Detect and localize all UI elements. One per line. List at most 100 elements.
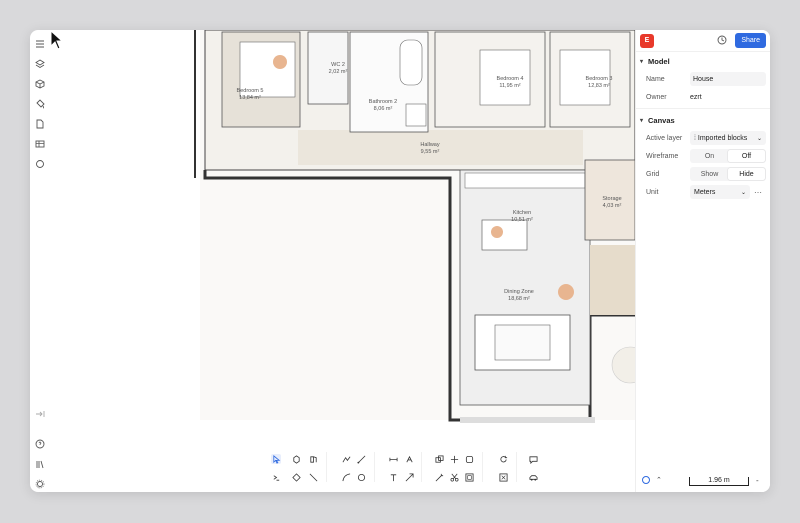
- arc-tool-icon[interactable]: [341, 472, 351, 482]
- comment-tool-icon[interactable]: [528, 454, 538, 464]
- table-icon[interactable]: [34, 138, 46, 150]
- toolbar-divider: [374, 452, 375, 482]
- grid-hide-option[interactable]: Hide: [728, 168, 765, 180]
- share-button[interactable]: Share: [735, 33, 766, 48]
- location-icon[interactable]: [642, 476, 650, 484]
- collapse-icon[interactable]: [34, 408, 46, 420]
- toolbar-divider: [326, 452, 327, 482]
- chevron-up-icon[interactable]: ⌃: [656, 476, 662, 484]
- zoom-out-button[interactable]: -: [756, 476, 759, 485]
- canvas-section-header[interactable]: ▾ Canvas: [636, 111, 770, 129]
- model-section-label: Model: [648, 56, 670, 66]
- area-storage: 4,03 m²: [603, 203, 622, 209]
- model-section-header[interactable]: ▾ Model: [636, 52, 770, 70]
- grid-label: Grid: [646, 170, 660, 178]
- scale-tool-icon[interactable]: [464, 472, 474, 482]
- scissors-icon[interactable]: [449, 472, 459, 482]
- rotate-tool-icon[interactable]: [498, 454, 508, 464]
- owner-row: Owner ezrt: [636, 88, 770, 106]
- chevron-down-icon: ▾: [640, 58, 644, 65]
- chevron-down-icon: ⌄: [740, 189, 746, 196]
- label-bedroom-3: Bedroom 3: [586, 76, 613, 82]
- active-layer-row: Active layer ⁞ Imported blocks ⌄: [636, 129, 770, 147]
- history-icon[interactable]: [717, 35, 727, 47]
- paint-bucket-icon[interactable]: [34, 98, 46, 110]
- area-dining-zone: 18,68 m²: [508, 296, 530, 302]
- floor-plan: Bedroom 5 13,84 m² WC 2 2,02 m² Bathroom…: [194, 30, 635, 423]
- more-icon[interactable]: ⋯: [754, 188, 762, 197]
- grid-show-option[interactable]: Show: [691, 168, 728, 180]
- divider: [636, 108, 770, 109]
- circle-tool-icon[interactable]: [356, 472, 366, 482]
- text-tool-icon[interactable]: [388, 472, 398, 482]
- grid-toggle: Show Hide: [690, 167, 766, 181]
- area-bathroom-2: 8,06 m²: [374, 106, 393, 112]
- area-hallway: 9,55 m²: [421, 149, 440, 155]
- avatar[interactable]: E: [640, 33, 654, 48]
- label-dining-zone: Dining Zone: [504, 289, 534, 295]
- owner-value: ezrt: [690, 93, 702, 101]
- box-tool-icon[interactable]: [291, 454, 301, 464]
- person-figure: [273, 55, 287, 69]
- layers-icon[interactable]: [34, 58, 46, 70]
- line-tool-icon[interactable]: [308, 472, 318, 482]
- copy-tool-icon[interactable]: [434, 454, 444, 464]
- area-bedroom-4: 11,95 m²: [499, 83, 520, 89]
- settings-icon[interactable]: [34, 478, 46, 490]
- arrow-tool-icon[interactable]: [404, 472, 414, 482]
- polyline-tool-icon[interactable]: [341, 454, 351, 464]
- area-bedroom-5: 13,84 m²: [239, 95, 261, 101]
- active-layer-select[interactable]: ⁞ Imported blocks ⌄: [690, 131, 766, 145]
- room-wc-2[interactable]: [307, 31, 349, 105]
- unit-value: Meters: [694, 188, 716, 196]
- name-row: Name House: [636, 70, 770, 88]
- toolbar-divider: [421, 452, 422, 482]
- help-icon[interactable]: [34, 438, 46, 450]
- area-wc-2: 2,02 m²: [329, 69, 348, 75]
- label-bedroom-4: Bedroom 4: [497, 76, 524, 82]
- library-icon[interactable]: [34, 458, 46, 470]
- car-icon[interactable]: [528, 472, 538, 482]
- terminal-icon[interactable]: [271, 472, 281, 482]
- select-tool-icon[interactable]: [271, 454, 281, 464]
- magic-tool-icon[interactable]: [434, 472, 444, 482]
- unit-select[interactable]: Meters ⌄: [690, 185, 750, 199]
- label-wc-2: WC 2: [331, 62, 345, 68]
- document-icon[interactable]: [34, 118, 46, 130]
- grid-row: Grid Show Hide: [636, 165, 770, 183]
- diamond-tool-icon[interactable]: [291, 472, 301, 482]
- label-bedroom-5: Bedroom 5: [237, 88, 264, 94]
- active-layer-label: Active layer: [646, 134, 683, 142]
- measure-tool-icon[interactable]: [498, 472, 508, 482]
- dimension-tool-icon[interactable]: [388, 454, 398, 464]
- area-kitchen: 10,51 m²: [511, 217, 533, 223]
- annotation-tool-icon[interactable]: [404, 454, 414, 464]
- owner-label: Owner: [646, 93, 667, 101]
- toolbar-divider: [516, 452, 517, 482]
- menu-icon[interactable]: [34, 38, 46, 50]
- cube-icon[interactable]: [34, 78, 46, 90]
- wireframe-off-option[interactable]: Off: [728, 150, 765, 162]
- chat-icon[interactable]: [34, 158, 46, 170]
- name-field[interactable]: House: [690, 72, 766, 86]
- left-rail: [30, 30, 50, 492]
- wall-tool-icon[interactable]: [308, 454, 318, 464]
- move-tool-icon[interactable]: [449, 454, 459, 464]
- label-hallway: Hallway: [420, 142, 440, 148]
- drawing-canvas[interactable]: Bedroom 5 13,84 m² WC 2 2,02 m² Bathroom…: [50, 30, 635, 492]
- label-bathroom-2: Bathroom 2: [369, 99, 397, 105]
- toolbar-divider: [482, 452, 483, 482]
- name-label: Name: [646, 75, 665, 83]
- properties-panel: E Share ▾ Model Name House Owner ezrt ▾ …: [635, 30, 770, 492]
- label-kitchen: Kitchen: [513, 210, 531, 216]
- scale-bar: 1.96 m: [689, 477, 749, 486]
- area-bedroom-3: 12,83 m²: [588, 83, 610, 89]
- group-tool-icon[interactable]: [464, 454, 474, 464]
- canvas-section-label: Canvas: [648, 115, 675, 125]
- wireframe-label: Wireframe: [646, 152, 679, 160]
- wireframe-toggle: On Off: [690, 149, 766, 163]
- drawing-toolbar: [266, 450, 551, 486]
- label-storage: Storage: [602, 196, 621, 202]
- wireframe-on-option[interactable]: On: [691, 150, 728, 162]
- segment-tool-icon[interactable]: [356, 454, 366, 464]
